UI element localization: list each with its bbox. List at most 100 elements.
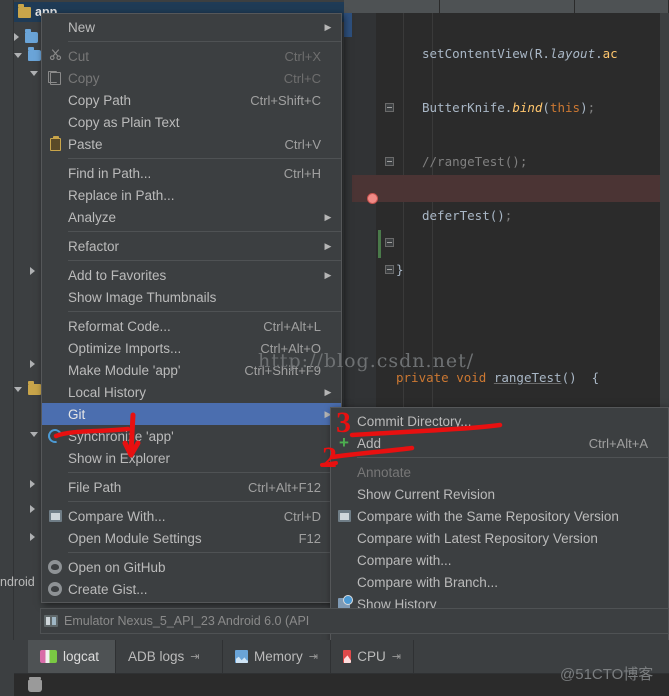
menu-item-label: Commit Directory...: [357, 413, 472, 429]
menu-item-label: Local History: [68, 384, 147, 400]
git-submenu-item-compare-with-latest-repository-version[interactable]: Compare with Latest Repository Version: [331, 527, 668, 549]
context-menu-item-open-module-settings[interactable]: Open Module Settings F12: [42, 527, 341, 549]
git-submenu-item-add[interactable]: + Add Ctrl+Alt+A: [331, 432, 668, 454]
context-menu-item-file-path[interactable]: File Path Ctrl+Alt+F12: [42, 476, 341, 498]
tab-detach-icon[interactable]: ⇥: [392, 650, 401, 663]
expand-arrow-icon[interactable]: [30, 533, 35, 541]
menu-item-icon-slot: [42, 560, 68, 574]
context-menu-item-copy[interactable]: Copy Ctrl+C: [42, 67, 341, 89]
tree-item-row[interactable]: [14, 46, 41, 64]
left-tool-gutter[interactable]: [0, 0, 14, 696]
submenu-arrow-icon: ▶: [324, 21, 332, 32]
bottom-tab-cpu[interactable]: CPU ⇥: [331, 640, 414, 673]
context-menu-item-git[interactable]: Git ▶: [42, 403, 341, 425]
bottom-tab-label: logcat: [63, 649, 100, 664]
git-submenu-item-compare-with-branch[interactable]: Compare with Branch...: [331, 571, 668, 593]
menu-item-label: Optimize Imports...: [68, 340, 182, 356]
context-menu-item-show-image-thumbnails[interactable]: Show Image Thumbnails: [42, 286, 341, 308]
breakpoint-marker[interactable]: [367, 193, 378, 204]
context-menu-item-copy-as-plain-text[interactable]: Copy as Plain Text: [42, 111, 341, 133]
context-menu-item-analyze[interactable]: Analyze ▶: [42, 206, 341, 228]
expand-arrow-icon[interactable]: [30, 267, 35, 275]
plus-icon: +: [339, 433, 349, 452]
tree-item-row[interactable]: [14, 28, 38, 46]
menu-item-icon-slot: +: [331, 433, 357, 452]
menu-item-shortcut: Ctrl+Shift+C: [250, 92, 321, 108]
context-menu-item-replace-in-path[interactable]: Replace in Path...: [42, 184, 341, 206]
code-line: setContentView(R.layout.ac: [422, 46, 618, 61]
clear-logcat-icon[interactable]: [28, 677, 42, 692]
menu-item-label: Show Image Thumbnails: [68, 289, 217, 305]
tree-item-row[interactable]: [30, 64, 38, 82]
menu-item-label: New: [68, 19, 96, 35]
collapse-arrow-icon[interactable]: [14, 386, 22, 392]
bottom-tab-adb-logs[interactable]: ADB logs ⇥: [116, 640, 223, 673]
tab-detach-icon[interactable]: ⇥: [190, 650, 199, 663]
context-menu-item-find-in-path[interactable]: Find in Path... Ctrl+H: [42, 162, 341, 184]
git-submenu-item-compare-with-the-same-repository-version[interactable]: Compare with the Same Repository Version: [331, 505, 668, 527]
bottom-left-toolbar[interactable]: [0, 640, 14, 696]
context-menu-item-show-in-explorer[interactable]: Show in Explorer: [42, 447, 341, 469]
collapse-arrow-icon[interactable]: [14, 52, 22, 58]
context-menu-item-new[interactable]: New ▶: [42, 16, 341, 38]
git-submenu-item-show-current-revision[interactable]: Show Current Revision: [331, 483, 668, 505]
android-tool-window-label[interactable]: ndroid: [0, 575, 35, 589]
expand-arrow-icon[interactable]: [14, 33, 19, 41]
tree-item-row[interactable]: [30, 500, 35, 518]
git-submenu-item-compare-with[interactable]: Compare with...: [331, 549, 668, 571]
module-folder-icon: [28, 380, 41, 395]
editor-tab-2[interactable]: [440, 0, 575, 13]
menu-separator: [68, 472, 341, 473]
bottom-tab-logcat[interactable]: logcat: [28, 640, 116, 673]
expand-arrow-icon[interactable]: [30, 505, 35, 513]
editor-tab-1[interactable]: [344, 0, 440, 13]
context-menu-item-open-on-github[interactable]: Open on GitHub: [42, 556, 341, 578]
context-menu-item-copy-path[interactable]: Copy Path Ctrl+Shift+C: [42, 89, 341, 111]
git-submenu-item-commit-directory[interactable]: Commit Directory...: [331, 410, 668, 432]
tree-item-row[interactable]: [30, 425, 38, 443]
menu-item-label: Copy Path: [68, 92, 132, 108]
menu-item-label: Show in Explorer: [68, 450, 171, 466]
sync-icon: [45, 426, 65, 446]
menu-separator: [68, 231, 341, 232]
context-menu-item-compare-with[interactable]: Compare With... Ctrl+D: [42, 505, 341, 527]
tree-item-row[interactable]: [30, 262, 35, 280]
menu-item-label: Open on GitHub: [68, 559, 166, 575]
context-menu-item-refactor[interactable]: Refactor ▶: [42, 235, 341, 257]
context-menu-item-reformat-code[interactable]: Reformat Code... Ctrl+Alt+L: [42, 315, 341, 337]
tree-item-row[interactable]: [30, 528, 35, 546]
menu-item-icon-slot: [42, 510, 68, 522]
menu-item-icon-slot: [42, 48, 68, 64]
context-menu-item-add-to-favorites[interactable]: Add to Favorites ▶: [42, 264, 341, 286]
menu-item-label: Compare with the Same Repository Version: [357, 508, 619, 524]
tree-item-row[interactable]: [30, 355, 35, 373]
context-menu-item-paste[interactable]: Paste Ctrl+V: [42, 133, 341, 155]
editor-left-marker: [344, 13, 352, 37]
editor-tab-3[interactable]: [575, 0, 669, 13]
git-submenu-item-annotate[interactable]: Annotate: [331, 461, 668, 483]
menu-item-label: Paste: [68, 136, 103, 152]
context-menu-item-local-history[interactable]: Local History ▶: [42, 381, 341, 403]
context-menu-item-synchronize-app[interactable]: Synchronize 'app': [42, 425, 341, 447]
folder-icon: [25, 28, 38, 43]
menu-item-shortcut: Ctrl+H: [283, 165, 321, 181]
submenu-arrow-icon: ▶: [324, 386, 332, 397]
watermark-site: @51CTO博客: [560, 666, 654, 683]
editor-tab-bar[interactable]: [344, 0, 669, 13]
bottom-tab-label: ADB logs: [128, 649, 185, 664]
menu-item-shortcut: Ctrl+Alt+L: [263, 318, 321, 334]
context-menu-item-cut[interactable]: Cut Ctrl+X: [42, 45, 341, 67]
menu-item-label: Open Module Settings: [68, 530, 202, 546]
tree-item-row[interactable]: [14, 380, 41, 398]
module-folder-icon: [18, 3, 31, 18]
expand-arrow-icon[interactable]: [30, 360, 35, 368]
collapse-arrow-icon[interactable]: [30, 431, 38, 437]
tree-item-row[interactable]: [30, 475, 35, 493]
expand-arrow-icon[interactable]: [30, 480, 35, 488]
context-menu-item-create-gist[interactable]: Create Gist...: [42, 578, 341, 600]
bottom-tab-memory[interactable]: Memory ⇥: [223, 640, 331, 673]
collapse-arrow-icon[interactable]: [30, 70, 38, 76]
tab-detach-icon[interactable]: ⇥: [309, 650, 318, 663]
context-menu[interactable]: New ▶ Cut Ctrl+X Copy Ctrl+C Copy Path Ctrl+Shi…: [41, 13, 342, 603]
